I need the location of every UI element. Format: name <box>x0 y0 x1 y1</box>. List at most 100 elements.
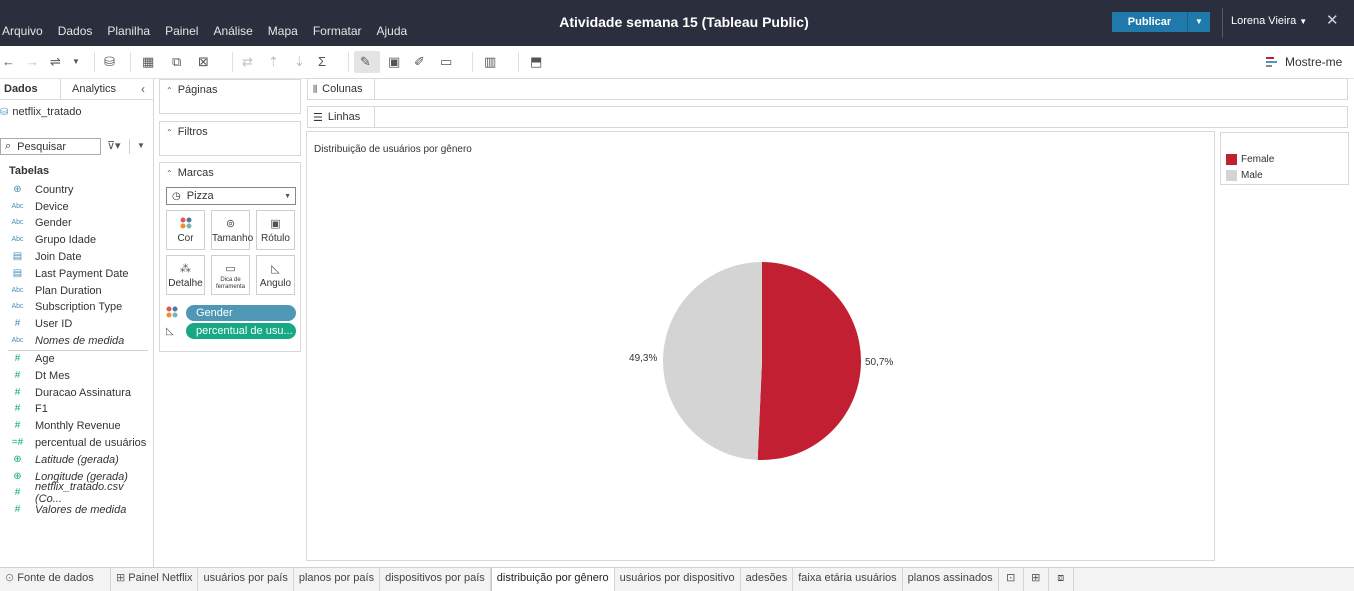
view-canvas[interactable]: Distribuição de usuários por gênero 50,7… <box>306 131 1215 561</box>
tab-usuarios-por-pais[interactable]: usuários por país <box>198 568 294 591</box>
rows-shelf[interactable]: ☰ Linhas <box>307 106 1348 128</box>
sort-ascending-icon[interactable]: ⇡ <box>268 54 279 70</box>
color-button[interactable]: Cor <box>166 210 205 250</box>
tab-usuarios-por-dispositivo[interactable]: usuários por dispositivo <box>615 568 741 591</box>
angle-label[interactable]: Angulo <box>257 278 294 289</box>
legend-label-male[interactable]: Male <box>1241 170 1263 181</box>
field-label[interactable]: Last Payment Date <box>35 268 129 280</box>
cards-icon[interactable]: ▥ <box>484 54 496 70</box>
sort-descending-icon[interactable]: ⇣ <box>294 54 305 70</box>
tooltip-label[interactable]: Dica de ferramenta <box>212 277 249 291</box>
fit-icon[interactable]: ▭ <box>440 54 452 70</box>
new-datasource-icon[interactable]: ⛁ <box>104 54 115 70</box>
presentation-icon[interactable]: ⬒ <box>530 54 542 70</box>
chevron-down-icon[interactable]: ▼ <box>1299 17 1307 26</box>
chevron-down-icon[interactable]: ▼ <box>137 141 145 150</box>
back-icon[interactable]: ← <box>2 54 15 70</box>
field-label[interactable]: Latitude (gerada) <box>35 454 119 466</box>
new-worksheet-tab-icon[interactable]: ⊡ <box>999 568 1024 591</box>
collapse-icon[interactable]: ‹ <box>141 82 145 96</box>
tab-distribuicao-por-genero[interactable]: distribuição por gênero <box>490 568 615 591</box>
gender-pill[interactable]: Gender <box>186 305 296 321</box>
publish-button[interactable]: Publicar ▼ <box>1112 12 1210 32</box>
user-name[interactable]: Lorena Vieira <box>1231 15 1296 27</box>
field-duracao-assinatura[interactable]: # Duracao Assinatura <box>0 384 153 401</box>
field-label[interactable]: F1 <box>35 403 48 415</box>
size-button[interactable]: ⊚ Tamanho <box>211 210 253 250</box>
legend-label-female[interactable]: Female <box>1241 154 1274 165</box>
chevron-up-icon[interactable]: ⌃ <box>166 128 173 137</box>
detail-label[interactable]: Detalhe <box>167 278 204 289</box>
tab-dispositivos-por-pais[interactable]: dispositivos por país <box>380 568 491 591</box>
field-measure-names[interactable]: Abc Nomes de medida <box>0 332 153 349</box>
sheet-tab-label[interactable]: Painel Netflix <box>128 572 192 584</box>
angle-button[interactable]: ◺ Angulo <box>256 255 295 295</box>
highlight-icon[interactable]: ✎ <box>360 54 371 70</box>
field-label[interactable]: Valores de medida <box>35 504 126 516</box>
size-label[interactable]: Tamanho <box>212 233 253 244</box>
field-device[interactable]: Abc Device <box>0 198 153 215</box>
field-grupo-idade[interactable]: Abc Grupo Idade <box>0 231 153 248</box>
new-story-tab-icon[interactable]: ⧈ <box>1049 568 1074 591</box>
field-percentual-usuarios[interactable]: =# percentual de usuários <box>0 434 153 451</box>
pie-slice-male[interactable] <box>662 262 762 460</box>
field-label[interactable]: User ID <box>35 318 72 330</box>
tab-painel-netflix[interactable]: ⊞ Painel Netflix <box>111 568 199 591</box>
pie-chart[interactable] <box>662 261 862 461</box>
chevron-down-icon[interactable]: ▼ <box>72 54 80 70</box>
field-label[interactable]: Subscription Type <box>35 301 122 313</box>
tooltip-button[interactable]: ▭ Dica de ferramenta <box>211 255 250 295</box>
chevron-down-icon[interactable]: ▼ <box>284 193 291 200</box>
new-dashboard-tab-icon[interactable]: ⊞ <box>1024 568 1049 591</box>
pie-slice-female[interactable] <box>757 262 861 460</box>
field-label[interactable]: Plan Duration <box>35 285 102 297</box>
tab-planos-assinados[interactable]: planos assinados <box>903 568 999 591</box>
detail-button[interactable]: ⁂ Detalhe <box>166 255 205 295</box>
tab-datasource[interactable]: ⊙ Fonte de dados <box>0 568 111 591</box>
chevron-up-icon[interactable]: ⌃ <box>166 169 173 178</box>
field-subscription-type[interactable]: Abc Subscription Type <box>0 298 153 315</box>
clear-sheet-icon[interactable]: ⊠ <box>198 54 209 70</box>
mark-type-value[interactable]: Pizza <box>187 190 214 202</box>
field-label[interactable]: Duracao Assinatura <box>35 387 131 399</box>
field-label[interactable]: Nomes de medida <box>35 335 124 347</box>
field-monthly-revenue[interactable]: # Monthly Revenue <box>0 417 153 434</box>
field-count[interactable]: # netflix_tratado.csv (Co... <box>0 481 153 505</box>
duplicate-sheet-icon[interactable]: ⧉ <box>172 54 181 70</box>
label-button[interactable]: ▣ Rótulo <box>256 210 295 250</box>
swap-icon[interactable]: ⇄ <box>242 54 253 70</box>
pages-card-title[interactable]: ⌃ Páginas <box>166 84 217 96</box>
tab-planos-por-pais[interactable]: planos por país <box>294 568 381 591</box>
field-measure-values[interactable]: # Valores de medida <box>0 501 153 518</box>
field-latitude[interactable]: ⊕ Latitude (gerada) <box>0 451 153 468</box>
tab-adesoes[interactable]: adesões <box>741 568 794 591</box>
tab-analytics[interactable]: Analytics <box>72 83 116 95</box>
field-label[interactable]: Device <box>35 201 69 213</box>
datasource-tab-label[interactable]: Fonte de dados <box>17 572 93 584</box>
legend-item-male[interactable]: Male <box>1226 169 1263 181</box>
tab-data[interactable]: Dados <box>4 83 38 95</box>
annotate-icon[interactable]: ✐ <box>414 54 425 70</box>
show-me-label[interactable]: Mostre-me <box>1285 55 1342 69</box>
columns-shelf[interactable]: ⫼ Colunas <box>307 78 1348 100</box>
new-worksheet-icon[interactable]: ▦ <box>142 54 154 70</box>
search-input[interactable]: ⌕ Pesquisar <box>0 138 101 155</box>
marks-card-title[interactable]: ⌃ Marcas <box>166 167 214 179</box>
datasource-name[interactable]: netflix_tratado <box>12 106 81 118</box>
totals-icon[interactable]: Σ <box>318 54 326 70</box>
field-label[interactable]: Dt Mes <box>35 370 70 382</box>
field-dt-mes[interactable]: # Dt Mes <box>0 367 153 384</box>
label-label[interactable]: Rótulo <box>257 233 294 244</box>
color-label[interactable]: Cor <box>167 233 204 244</box>
filters-card-title[interactable]: ⌃ Filtros <box>166 126 208 138</box>
forward-icon[interactable]: → <box>26 54 39 70</box>
field-label[interactable]: Grupo Idade <box>35 234 96 246</box>
show-me-button[interactable]: Mostre-me <box>1266 55 1342 69</box>
mark-type-select[interactable]: ◷ Pizza ▼ <box>166 187 296 205</box>
field-user-id[interactable]: # User ID <box>0 315 153 332</box>
user-menu[interactable]: Lorena Vieira ▼ <box>1231 15 1307 27</box>
field-label[interactable]: Monthly Revenue <box>35 420 121 432</box>
field-f1[interactable]: # F1 <box>0 400 153 417</box>
field-last-payment-date[interactable]: ▤ Last Payment Date <box>0 265 153 282</box>
datasource-item[interactable]: ⛁ netflix_tratado <box>0 106 82 118</box>
